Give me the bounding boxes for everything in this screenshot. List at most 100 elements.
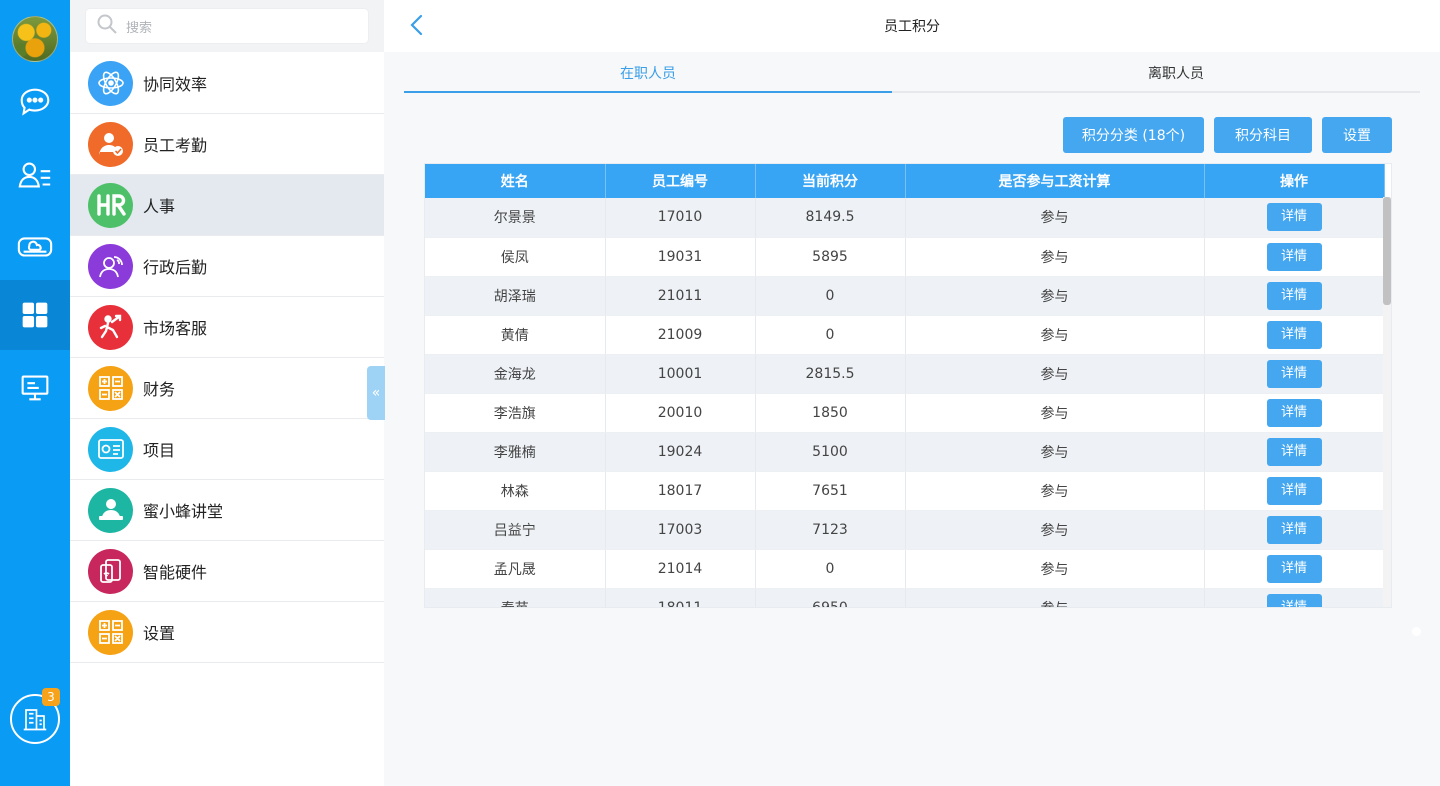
- detail-button[interactable]: 详情: [1266, 593, 1322, 607]
- cell-name: 黄倩: [425, 315, 606, 355]
- cell-points: 5100: [755, 432, 906, 472]
- table-row: 李浩旗 20010 1850 参与 详情: [425, 393, 1385, 433]
- menu-item-lecture[interactable]: 蜜小蜂讲堂: [70, 480, 384, 541]
- cell-payroll: 参与: [905, 354, 1205, 394]
- menu-item-project[interactable]: 项目: [70, 419, 384, 480]
- cell-payroll: 参与: [905, 276, 1205, 316]
- cell-action: 详情: [1204, 549, 1385, 589]
- cell-employee-id: 19024: [605, 432, 756, 472]
- avatar[interactable]: [12, 16, 58, 62]
- cell-name: 秦苗: [425, 588, 606, 607]
- scrollbar-thumb[interactable]: [1383, 197, 1391, 305]
- apps-grid-icon[interactable]: [0, 280, 70, 350]
- cell-points: 8149.5: [755, 198, 906, 238]
- menu-label: 蜜小蜂讲堂: [143, 502, 224, 521]
- menu-item-marketing-service[interactable]: 市场客服: [70, 297, 384, 358]
- left-rail: 3: [0, 0, 70, 786]
- points-table: 姓名 员工编号 当前积分 是否参与工资计算 操作 尔景景 17010 8149.5 参…: [424, 163, 1392, 608]
- search-icon: [96, 13, 118, 39]
- detail-button[interactable]: 详情: [1266, 437, 1322, 466]
- menu-item-hr[interactable]: 人事: [70, 175, 384, 236]
- search-input[interactable]: 搜索: [86, 9, 368, 43]
- table-scrollbar[interactable]: [1383, 197, 1391, 607]
- cell-action: 详情: [1204, 315, 1385, 355]
- cell-points: 1850: [755, 393, 906, 433]
- menu-item-collaboration[interactable]: 协同效率: [70, 53, 384, 114]
- active-tab-indicator: [404, 91, 892, 93]
- detail-button[interactable]: 详情: [1266, 398, 1322, 427]
- cell-name: 侯凤: [425, 237, 606, 277]
- employee-status-tabs: 在职人员 离职人员: [404, 53, 1420, 93]
- hr-icon: [88, 182, 133, 228]
- cell-payroll: 参与: [905, 588, 1205, 607]
- tab-active-staff[interactable]: 在职人员: [404, 53, 892, 93]
- cell-action: 详情: [1204, 471, 1385, 511]
- menu-item-settings[interactable]: 设置: [70, 602, 384, 663]
- collapse-sidebar-button[interactable]: «: [367, 366, 385, 420]
- detail-button[interactable]: 详情: [1266, 554, 1322, 583]
- cell-payroll: 参与: [905, 393, 1205, 433]
- contacts-icon[interactable]: [0, 140, 70, 210]
- menu-label: 员工考勤: [143, 136, 208, 155]
- cell-employee-id: 21014: [605, 549, 756, 589]
- table-header-row: 姓名 员工编号 当前积分 是否参与工资计算 操作: [425, 164, 1385, 198]
- cell-action: 详情: [1204, 354, 1385, 394]
- atom-icon: [88, 60, 133, 106]
- table-row: 金海龙 10001 2815.5 参与 详情: [425, 354, 1385, 394]
- service-icon: [88, 243, 133, 289]
- table-row: 孟凡晟 21014 0 参与 详情: [425, 549, 1385, 589]
- column-header-action: 操作: [1204, 164, 1385, 198]
- points-category-button[interactable]: 积分分类 (18个): [1063, 117, 1204, 153]
- cell-action: 详情: [1204, 510, 1385, 550]
- cell-employee-id: 21009: [605, 315, 756, 355]
- menu-label: 智能硬件: [143, 563, 208, 582]
- cell-payroll: 参与: [905, 315, 1205, 355]
- sidebar: 搜索 协同效率 员工考勤 人事 行政后勤 市场客服 财务 项目 蜜小蜂讲堂 智能…: [70, 0, 384, 786]
- settings-grid-icon: [88, 609, 133, 655]
- table-row: 秦苗180116950参与 详情: [425, 588, 1385, 607]
- menu-label: 市场客服: [143, 319, 208, 338]
- cloud-drive-icon[interactable]: [0, 211, 70, 281]
- points-subject-button[interactable]: 积分科目: [1214, 117, 1312, 153]
- cell-payroll: 参与: [905, 432, 1205, 472]
- desktop-icon[interactable]: [0, 352, 70, 422]
- growth-icon: [88, 304, 133, 350]
- menu-item-finance[interactable]: 财务: [70, 358, 384, 419]
- cell-name: 李浩旗: [425, 393, 606, 433]
- detail-button[interactable]: 详情: [1266, 515, 1322, 544]
- detail-button[interactable]: 详情: [1266, 359, 1322, 388]
- page-title: 员工积分: [884, 19, 940, 35]
- menu-item-smart-hardware[interactable]: 智能硬件: [70, 541, 384, 602]
- cell-payroll: 参与: [905, 198, 1205, 238]
- cell-action: 详情: [1204, 393, 1385, 433]
- column-header-points: 当前积分: [755, 164, 906, 198]
- menu-item-admin-logistics[interactable]: 行政后勤: [70, 236, 384, 297]
- user-check-icon: [88, 121, 133, 167]
- module-menu: 协同效率 员工考勤 人事 行政后勤 市场客服 财务 项目 蜜小蜂讲堂 智能硬件 …: [70, 53, 384, 663]
- detail-button[interactable]: 详情: [1266, 242, 1322, 271]
- project-card-icon: [88, 426, 133, 472]
- cell-payroll: 参与: [905, 237, 1205, 277]
- table-row: 林森 18017 7651 参与 详情: [425, 471, 1385, 511]
- cell-employee-id: 18017: [605, 471, 756, 511]
- detail-button[interactable]: 详情: [1266, 203, 1322, 232]
- cell-action: 详情: [1204, 276, 1385, 316]
- cell-points: 7123: [755, 510, 906, 550]
- calculator-icon: [88, 365, 133, 411]
- detail-button[interactable]: 详情: [1266, 281, 1322, 310]
- detail-button[interactable]: 详情: [1266, 320, 1322, 349]
- tab-resigned-staff[interactable]: 离职人员: [932, 53, 1420, 93]
- cell-points: 0: [755, 549, 906, 589]
- table-row: 尔景景 17010 8149.5 参与 详情: [425, 198, 1385, 238]
- cell-points: 2815.5: [755, 354, 906, 394]
- menu-item-attendance[interactable]: 员工考勤: [70, 114, 384, 175]
- cell-points: 0: [755, 315, 906, 355]
- chat-icon[interactable]: [0, 67, 70, 137]
- detail-button[interactable]: 详情: [1266, 476, 1322, 505]
- cell-name: 吕益宁: [425, 510, 606, 550]
- cell-employee-id: 21011: [605, 276, 756, 316]
- settings-button[interactable]: 设置: [1322, 117, 1392, 153]
- cell-payroll: 参与: [905, 471, 1205, 511]
- cell-name: 尔景景: [425, 198, 606, 238]
- column-header-id: 员工编号: [605, 164, 756, 198]
